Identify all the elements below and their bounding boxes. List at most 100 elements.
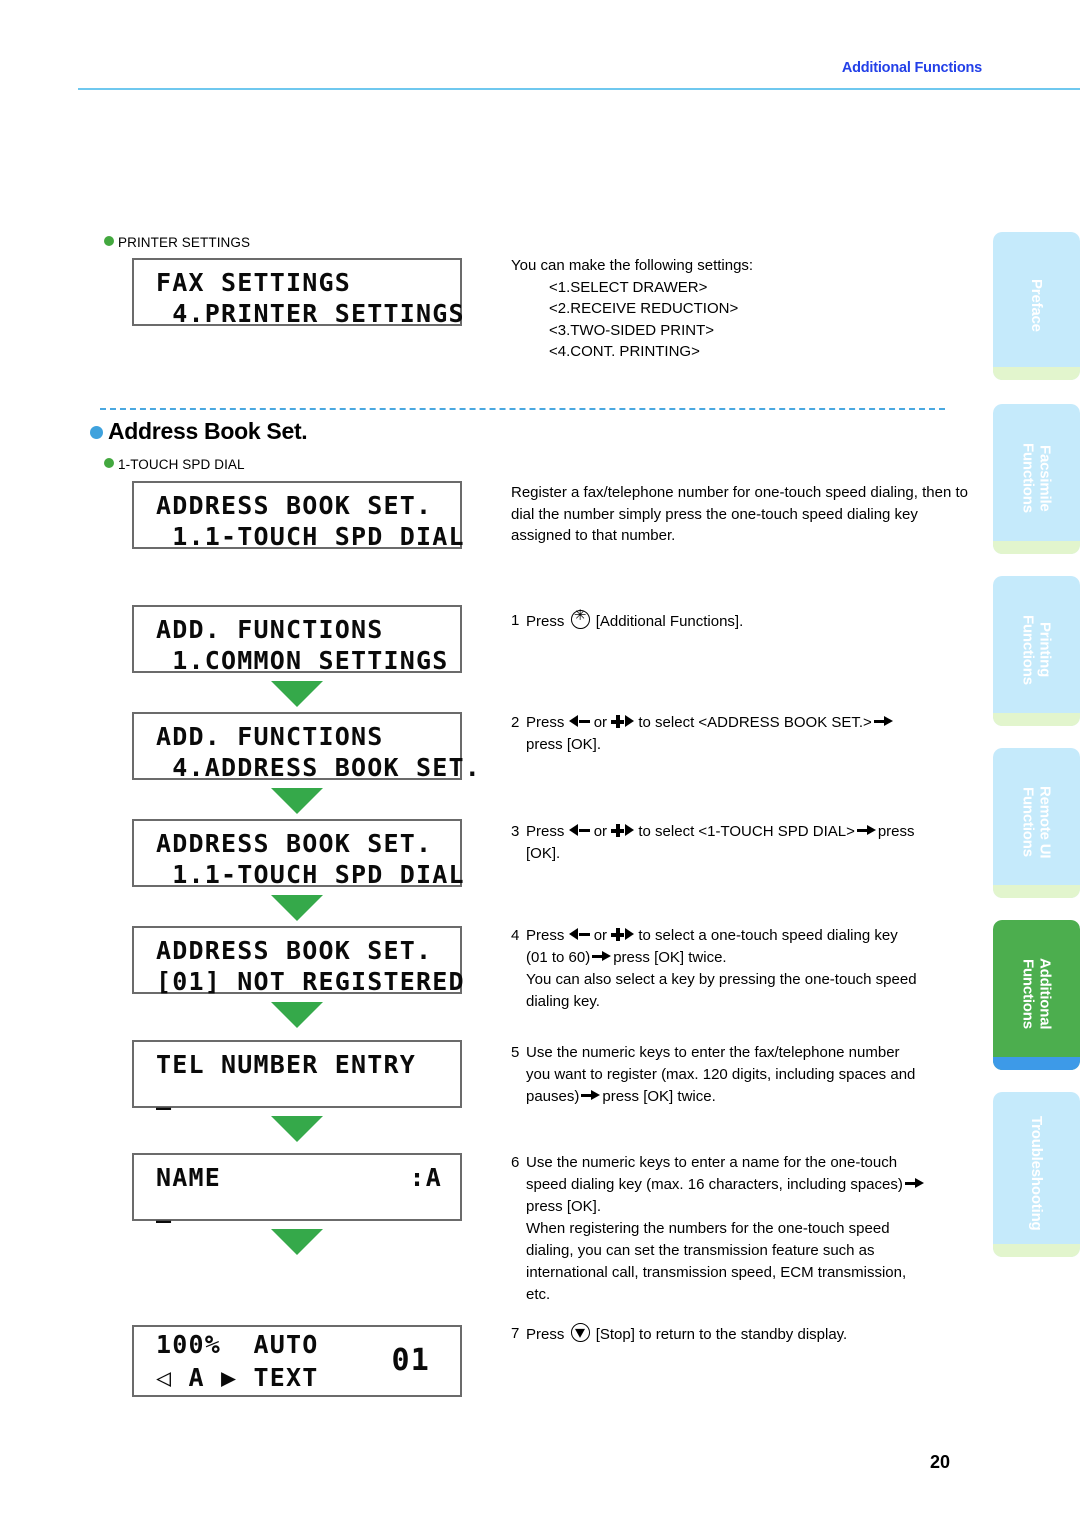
lcd-screen-standby-display: 100% AUTO ◁ A ▶ TEXT 01 xyxy=(132,1325,462,1397)
step-text: Press ✳ [Additional Functions]. xyxy=(526,606,744,631)
list-item: <2.RECEIVE REDUCTION> xyxy=(549,300,739,317)
printer-settings-intro: You can make the following settings: xyxy=(511,257,754,274)
then-arrow-icon xyxy=(592,950,612,961)
sidebar-tab-label: Facsimile Functions xyxy=(1019,443,1054,513)
page-number: 20 xyxy=(930,1452,951,1472)
then-arrow-icon xyxy=(856,824,876,835)
printer-settings-description: You can make the following settings: <1.… xyxy=(511,255,981,363)
lcd-line-2: 1.COMMON SETTINGS xyxy=(156,646,449,675)
section-divider-dashed xyxy=(100,408,945,410)
lcd-screen-printer-settings: FAX SETTINGS 4.PRINTER SETTINGS xyxy=(132,258,465,328)
printer-settings-label: PRINTER SETTINGS xyxy=(104,235,250,250)
step-text: Press [Stop] to return to the standby di… xyxy=(526,1323,1001,1346)
flow-arrow-down-icon xyxy=(271,895,323,921)
flow-arrow-down-icon xyxy=(271,788,323,814)
sidebar-tab-preface[interactable]: Preface xyxy=(993,232,1080,380)
lcd-screen-not-registered: ADDRESS BOOK SET. [01] NOT REGISTERED xyxy=(132,926,465,996)
lcd-screen-add-functions-address-book: ADD. FUNCTIONS 4.ADDRESS BOOK SET. xyxy=(132,712,482,782)
list-item: <1.SELECT DRAWER> xyxy=(549,278,708,296)
list-item: <4.CONT. PRINTING> xyxy=(549,343,700,360)
lcd-line-1: ADD. FUNCTIONS xyxy=(156,615,384,644)
sidebar-tab-label: Preface xyxy=(1028,278,1045,332)
lcd-screen-address-book-set: ADDRESS BOOK SET. 1.1-TOUCH SPD DIAL xyxy=(132,481,465,551)
lcd-cursor: _ xyxy=(156,1194,173,1223)
standby-left-column: 100% AUTO ◁ A ▶ TEXT xyxy=(134,1328,391,1394)
left-arrow-icon xyxy=(568,928,578,940)
page-title: Address Book Set. xyxy=(90,418,308,445)
additional-functions-key-icon: ✳ xyxy=(570,607,590,629)
lcd-line-2: 1.1-TOUCH SPD DIAL xyxy=(156,522,465,551)
lcd-line-1: TEL NUMBER ENTRY xyxy=(156,1050,417,1079)
lcd-screen-address-book-one-touch: ADDRESS BOOK SET. 1.1-TOUCH SPD DIAL xyxy=(132,819,465,889)
step-number: 1 xyxy=(511,612,520,629)
flow-arrow-down-icon xyxy=(271,1002,323,1028)
lcd-line-1: ADDRESS BOOK SET. xyxy=(156,491,433,520)
right-arrow-icon xyxy=(625,824,635,836)
sidebar-tab-label: Troubleshooting xyxy=(1028,1116,1045,1231)
stop-key-icon xyxy=(570,1323,590,1342)
green-bullet-icon xyxy=(104,458,114,468)
standby-line-2: ◁ A ▶ TEXT xyxy=(156,1363,319,1392)
tab-foot xyxy=(993,713,1080,726)
page-header: Additional Functions xyxy=(0,0,1080,92)
step-4: 4 Press or to select a one-touch speed d… xyxy=(511,925,1001,1013)
step-number: 5 xyxy=(511,1044,520,1061)
tab-foot xyxy=(993,367,1080,380)
step-7: 7 Press [Stop] to return to the standby … xyxy=(511,1323,1001,1346)
standby-key-number: 01 xyxy=(391,1343,430,1378)
lcd-line-2: 4.PRINTER SETTINGS xyxy=(156,299,465,328)
minus-icon xyxy=(578,719,590,723)
step-number: 7 xyxy=(511,1325,520,1342)
minus-icon xyxy=(578,932,590,936)
step-5: 5 Use the numeric keys to enter the fax/… xyxy=(511,1042,1001,1108)
sidebar-tab-label: Printing Functions xyxy=(1019,615,1054,685)
lcd-line-1: FAX SETTINGS xyxy=(156,268,352,297)
then-arrow-icon xyxy=(904,1177,924,1188)
flow-arrow-down-icon xyxy=(271,1229,323,1255)
step-number: 2 xyxy=(511,714,520,731)
tab-foot xyxy=(993,1057,1080,1070)
sidebar-tab-facsimile-functions[interactable]: Facsimile Functions xyxy=(993,404,1080,554)
left-arrow-icon xyxy=(568,715,578,727)
step-number: 4 xyxy=(511,927,520,944)
lcd-line-1: ADD. FUNCTIONS xyxy=(156,722,384,751)
lcd-entry-mode: :A xyxy=(409,1163,442,1192)
lcd-line-2: 4.ADDRESS BOOK SET. xyxy=(156,753,482,782)
lcd-line-1-text: NAME xyxy=(156,1163,222,1192)
step-text: Press or to select a one-touch speed dia… xyxy=(526,927,917,1010)
address-book-description: Register a fax/telephone number for one-… xyxy=(511,484,968,544)
header-divider xyxy=(78,88,1080,90)
step-3: 3 Press or to select <1-TOUCH SPD DIAL> p… xyxy=(511,821,991,865)
plus-icon xyxy=(611,715,625,728)
tab-foot xyxy=(993,541,1080,554)
printer-settings-item-list: <1.SELECT DRAWER> <2.RECEIVE REDUCTION> … xyxy=(511,277,981,363)
flow-arrow-down-icon xyxy=(271,1116,323,1142)
lcd-line-2: [01] NOT REGISTERED xyxy=(156,967,465,996)
step-6: 6 Use the numeric keys to enter a name f… xyxy=(511,1152,1001,1306)
green-bullet-icon xyxy=(104,236,114,246)
lcd-line-1: NAME :A xyxy=(134,1162,460,1193)
step-text: Press or to select <ADDRESS BOOK SET.> p… xyxy=(526,712,991,756)
step-2: 2 Press or to select <ADDRESS BOOK SET.>… xyxy=(511,712,991,756)
lcd-line-2: 1.1-TOUCH SPD DIAL xyxy=(156,860,465,889)
sidebar-tab-troubleshooting[interactable]: Troubleshooting xyxy=(993,1092,1080,1257)
lcd-line-1: ADDRESS BOOK SET. xyxy=(156,936,433,965)
sidebar-tab-remote-ui-functions[interactable]: Remote UI Functions xyxy=(993,748,1080,898)
lcd-screen-name-entry: NAME :A _ xyxy=(132,1153,462,1223)
step-text: Use the numeric keys to enter a name for… xyxy=(526,1152,1001,1306)
list-item: <3.TWO-SIDED PRINT> xyxy=(549,321,715,339)
step-number: 3 xyxy=(511,823,520,840)
step-number: 6 xyxy=(511,1154,520,1171)
then-arrow-icon xyxy=(581,1089,601,1100)
sidebar-tab-label: Remote UI Functions xyxy=(1019,785,1054,859)
blue-bullet-icon xyxy=(90,426,103,439)
flow-arrow-down-icon xyxy=(271,681,323,707)
lcd-cursor: _ xyxy=(156,1081,173,1110)
plus-icon xyxy=(611,824,625,837)
sidebar-tab-printing-functions[interactable]: Printing Functions xyxy=(993,576,1080,726)
then-arrow-icon xyxy=(873,715,893,726)
sidebar-tab-additional-functions[interactable]: Additional Functions xyxy=(993,920,1080,1070)
header-title: Additional Functions xyxy=(841,60,982,76)
lcd-screen-tel-number-entry: TEL NUMBER ENTRY _ xyxy=(132,1040,462,1110)
lcd-screen-add-functions-common: ADD. FUNCTIONS 1.COMMON SETTINGS xyxy=(132,605,462,675)
